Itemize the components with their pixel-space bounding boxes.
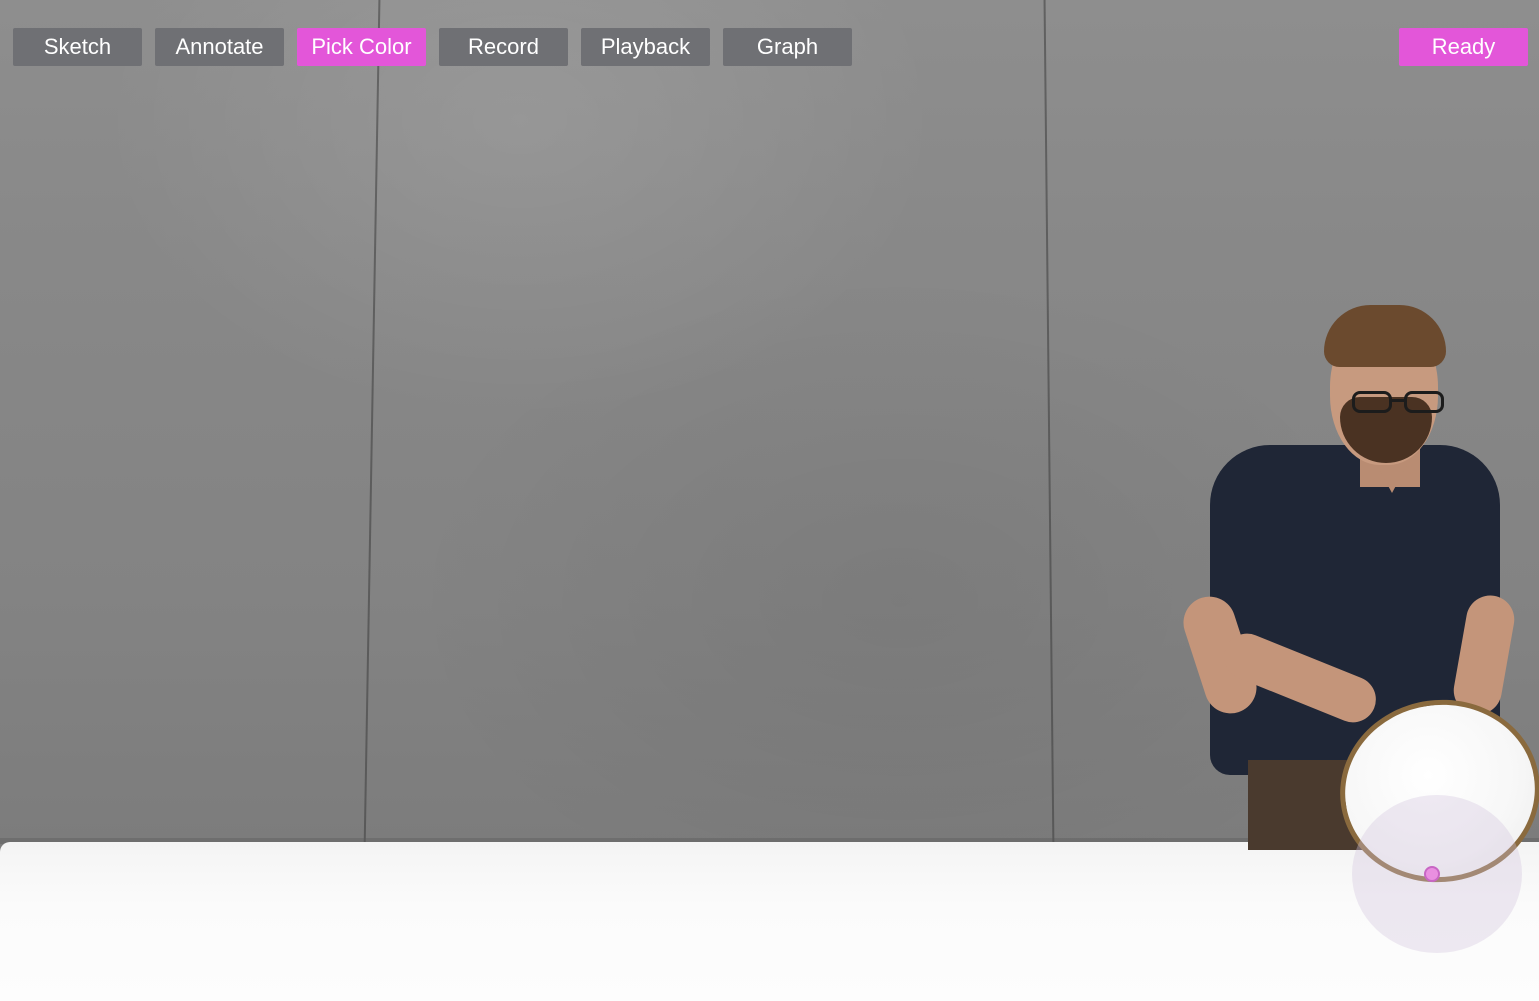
glasses-lens — [1352, 391, 1392, 413]
sketch-button[interactable]: Sketch — [13, 28, 142, 66]
person-hair — [1324, 305, 1446, 367]
mode-toolbar: Sketch Annotate Pick Color Record Playba… — [13, 28, 852, 66]
status-badge[interactable]: Ready — [1399, 28, 1528, 66]
record-button[interactable]: Record — [439, 28, 568, 66]
graph-button[interactable]: Graph — [723, 28, 852, 66]
glasses-bridge — [1392, 399, 1404, 402]
camera-view[interactable]: Sketch Annotate Pick Color Record Playba… — [0, 0, 1539, 1001]
playback-button[interactable]: Playback — [581, 28, 710, 66]
person-glasses — [1352, 391, 1454, 415]
annotate-button[interactable]: Annotate — [155, 28, 284, 66]
pick-color-button[interactable]: Pick Color — [297, 28, 426, 66]
glasses-lens — [1404, 391, 1444, 413]
color-pick-marker[interactable] — [1424, 866, 1440, 882]
table-surface — [0, 842, 1539, 1001]
